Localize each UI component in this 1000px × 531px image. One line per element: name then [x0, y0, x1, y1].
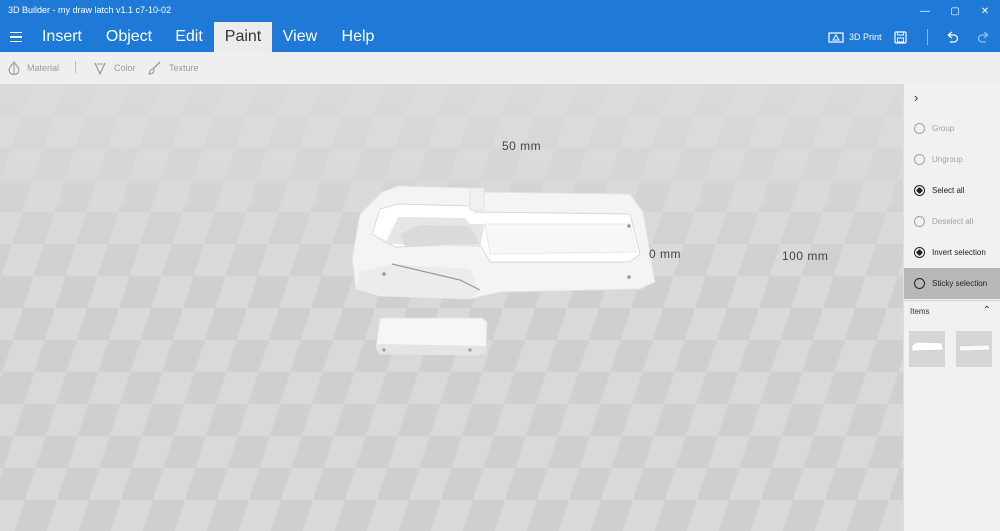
3d-print-button[interactable]: 3D Print [828, 22, 882, 52]
menu-insert[interactable]: Insert [32, 22, 92, 52]
invert-selection-icon [914, 247, 925, 258]
close-button[interactable]: ✕ [970, 0, 1000, 22]
expand-panel-icon[interactable]: › [914, 90, 930, 106]
menu-view[interactable]: View [276, 22, 324, 52]
group-button[interactable]: Group [904, 113, 1000, 144]
hamburger-icon[interactable] [6, 27, 26, 47]
item-thumbnail[interactable] [956, 331, 992, 367]
undo-icon [947, 31, 959, 43]
material-icon [8, 61, 20, 75]
material-tool[interactable]: Material [8, 52, 59, 84]
texture-label: Texture [169, 63, 199, 73]
ribbon-divider [927, 29, 928, 45]
menu-object[interactable]: Object [96, 22, 162, 52]
group-label: Group [932, 124, 955, 133]
selection-panel: › Group Ungroup Select all Deselect all … [903, 84, 1000, 531]
toolbar-divider [75, 61, 76, 73]
latch-body-model[interactable] [351, 185, 656, 300]
chevron-up-icon: ⌃ [982, 305, 991, 316]
menu-help[interactable]: Help [334, 22, 382, 52]
material-label: Material [27, 63, 60, 73]
latch-body-thumbnail-icon [911, 341, 944, 352]
latch-clip-thumbnail-icon [958, 344, 991, 352]
sticky-selection-button[interactable]: Sticky selection [904, 268, 1000, 299]
ruler-label-50mm: 50 mm [502, 139, 542, 153]
texture-brush-icon [148, 61, 161, 75]
color-icon [94, 62, 106, 75]
menu-edit[interactable]: Edit [166, 22, 212, 52]
invert-selection-label: Invert selection [932, 248, 986, 257]
sticky-selection-label: Sticky selection [932, 279, 988, 288]
title-bar: 3D Builder - my draw latch v1.1 c7-10-02… [0, 0, 1000, 22]
paint-toolbar: Material Color Texture [0, 52, 1000, 85]
3d-print-label: 3D Print [849, 32, 882, 42]
undo-button[interactable] [945, 22, 959, 52]
3d-viewport[interactable]: 50 mm 0 mm 100 mm [0, 84, 903, 531]
color-tool[interactable]: Color [93, 52, 136, 84]
items-label: Items [910, 307, 930, 316]
select-all-label: Select all [932, 186, 965, 195]
ruler-label-0mm: 0 mm [649, 247, 681, 261]
window-title: 3D Builder - my draw latch v1.1 c7-10-02 [8, 5, 172, 15]
maximize-button[interactable]: ▢ [940, 0, 970, 22]
save-button[interactable] [894, 22, 907, 52]
menu-bar: Insert Object Edit Paint View Help 3D Pr… [0, 22, 1000, 52]
group-icon [914, 123, 925, 134]
printer-3d-icon [828, 32, 844, 43]
color-label: Color [114, 63, 136, 73]
deselect-all-label: Deselect all [932, 217, 974, 226]
minimize-button[interactable]: — [910, 0, 940, 22]
ungroup-icon [914, 154, 925, 165]
redo-button[interactable] [977, 22, 991, 52]
latch-clip-model[interactable] [375, 317, 488, 356]
save-icon [894, 30, 907, 44]
texture-tool[interactable]: Texture [148, 52, 199, 84]
select-all-button[interactable]: Select all [904, 175, 1000, 206]
items-section-header[interactable]: Items ⌃ [904, 300, 1000, 323]
ungroup-label: Ungroup [932, 155, 963, 164]
deselect-all-icon [914, 216, 925, 227]
deselect-all-button[interactable]: Deselect all [904, 206, 1000, 237]
sticky-selection-icon [914, 278, 925, 289]
build-plate [0, 84, 903, 531]
invert-selection-button[interactable]: Invert selection [904, 237, 1000, 268]
select-all-icon [914, 185, 925, 196]
redo-icon [977, 31, 989, 43]
ungroup-button[interactable]: Ungroup [904, 144, 1000, 175]
ruler-label-100mm: 100 mm [782, 249, 829, 263]
menu-paint[interactable]: Paint [214, 22, 272, 52]
item-thumbnail[interactable] [909, 331, 945, 367]
